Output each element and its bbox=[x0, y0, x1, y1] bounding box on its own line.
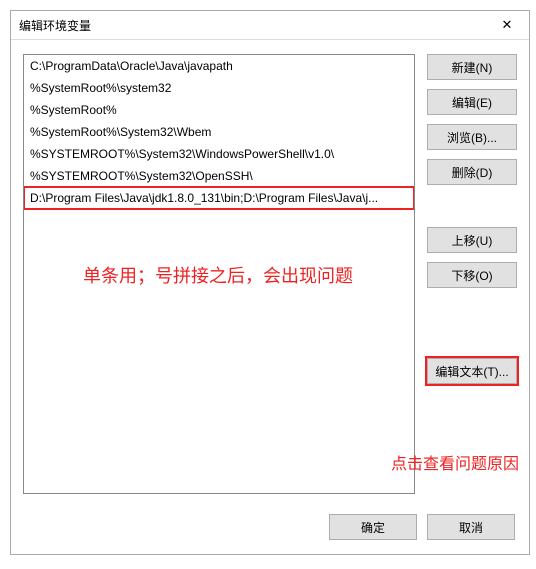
list-item[interactable]: %SystemRoot%\system32 bbox=[24, 77, 414, 99]
titlebar: 编辑环境变量 ✕ bbox=[11, 11, 529, 40]
moveup-button[interactable]: 上移(U) bbox=[427, 227, 517, 253]
cancel-button[interactable]: 取消 bbox=[427, 514, 515, 540]
env-var-dialog: 编辑环境变量 ✕ C:\ProgramData\Oracle\Java\java… bbox=[10, 10, 530, 555]
list-item[interactable]: %SYSTEMROOT%\System32\OpenSSH\ bbox=[24, 165, 414, 187]
dialog-title: 编辑环境变量 bbox=[19, 17, 493, 34]
ok-button[interactable]: 确定 bbox=[329, 514, 417, 540]
dialog-content: C:\ProgramData\Oracle\Java\javapath %Sys… bbox=[11, 40, 529, 504]
list-item[interactable]: C:\ProgramData\Oracle\Java\javapath bbox=[24, 55, 414, 77]
list-item[interactable]: %SystemRoot%\System32\Wbem bbox=[24, 121, 414, 143]
list-item-selected[interactable]: D:\Program Files\Java\jdk1.8.0_131\bin;D… bbox=[24, 187, 414, 209]
dialog-footer: 确定 取消 bbox=[11, 504, 529, 554]
list-item[interactable]: %SystemRoot% bbox=[24, 99, 414, 121]
movedown-button[interactable]: 下移(O) bbox=[427, 262, 517, 288]
list-item[interactable]: %SYSTEMROOT%\System32\WindowsPowerShell\… bbox=[24, 143, 414, 165]
edittext-button[interactable]: 编辑文本(T)... bbox=[427, 358, 517, 384]
delete-button[interactable]: 删除(D) bbox=[427, 159, 517, 185]
close-icon[interactable]: ✕ bbox=[493, 15, 521, 35]
edit-button[interactable]: 编辑(E) bbox=[427, 89, 517, 115]
browse-button[interactable]: 浏览(B)... bbox=[427, 124, 517, 150]
side-button-panel: 新建(N) 编辑(E) 浏览(B)... 删除(D) 上移(U) 下移(O) 编… bbox=[427, 54, 517, 494]
new-button[interactable]: 新建(N) bbox=[427, 54, 517, 80]
path-listbox[interactable]: C:\ProgramData\Oracle\Java\javapath %Sys… bbox=[23, 54, 415, 494]
